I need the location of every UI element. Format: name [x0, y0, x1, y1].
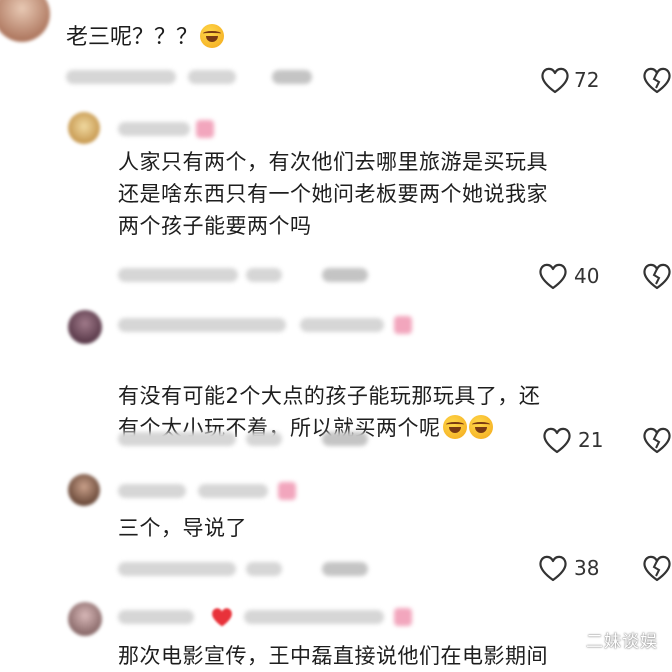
user-badge	[278, 482, 296, 500]
comment-reply-to	[198, 484, 268, 498]
user-badge	[394, 608, 412, 626]
heart-icon[interactable]	[542, 426, 572, 454]
reply-button[interactable]	[272, 70, 312, 84]
avatar[interactable]	[68, 602, 102, 636]
comment-meta	[66, 70, 176, 84]
like-count: 40	[574, 264, 600, 288]
user-badge	[196, 120, 214, 138]
comment-4-text: 三个，导说了	[118, 516, 247, 540]
comment-meta	[246, 268, 282, 282]
rofl-emoji-icon	[442, 415, 467, 439]
user-badge	[394, 316, 412, 334]
comment-5-text: 那次电影宣传，王中磊直接说他们在电影期间	[118, 644, 548, 668]
comment-text: 老三呢？？？	[66, 25, 199, 50]
comment-meta	[118, 562, 236, 576]
dislike-icon[interactable]	[642, 426, 672, 454]
avatar[interactable]	[68, 474, 100, 506]
comment-2-text: 人家只有两个，有次他们去哪里旅游是买玩具 还是啥东西只有一个她问老板要两个她说我…	[118, 150, 548, 238]
dislike-icon[interactable]	[642, 262, 672, 290]
comment-username	[118, 318, 286, 332]
avatar[interactable]	[0, 0, 50, 42]
comment-reply-to	[244, 610, 384, 624]
comment-username	[118, 122, 190, 136]
dislike-icon[interactable]	[642, 66, 672, 94]
like-count: 38	[574, 556, 600, 580]
comment-username	[118, 484, 186, 498]
reply-button[interactable]	[322, 432, 368, 446]
reply-button[interactable]	[322, 562, 368, 576]
avatar[interactable]	[68, 310, 102, 344]
comment-username	[118, 610, 194, 624]
comment-meta	[118, 268, 238, 282]
dislike-icon[interactable]	[642, 554, 672, 582]
heart-icon[interactable]	[538, 262, 568, 290]
comment-meta	[246, 562, 282, 576]
comment-1-text: 老三呢？？？	[66, 22, 225, 54]
comment-meta	[188, 70, 236, 84]
heart-icon[interactable]	[540, 66, 570, 94]
heart-icon[interactable]	[538, 554, 568, 582]
red-heart-icon	[212, 608, 232, 627]
comment-meta	[246, 432, 282, 446]
rofl-emoji-icon	[468, 415, 493, 439]
comment-3-text: 有没有可能2个大点的孩子能玩那玩具了，还 有个太小玩不着，所以就买两个呢	[118, 348, 540, 444]
comment-reply-to	[300, 318, 384, 332]
like-count: 21	[578, 428, 604, 452]
reply-button[interactable]	[322, 268, 368, 282]
avatar[interactable]	[68, 112, 100, 144]
comment-meta	[118, 432, 236, 446]
laughing-emoji-icon	[200, 24, 225, 48]
watermark-text: 二妹谈娱	[586, 632, 658, 652]
like-count: 72	[574, 68, 600, 92]
